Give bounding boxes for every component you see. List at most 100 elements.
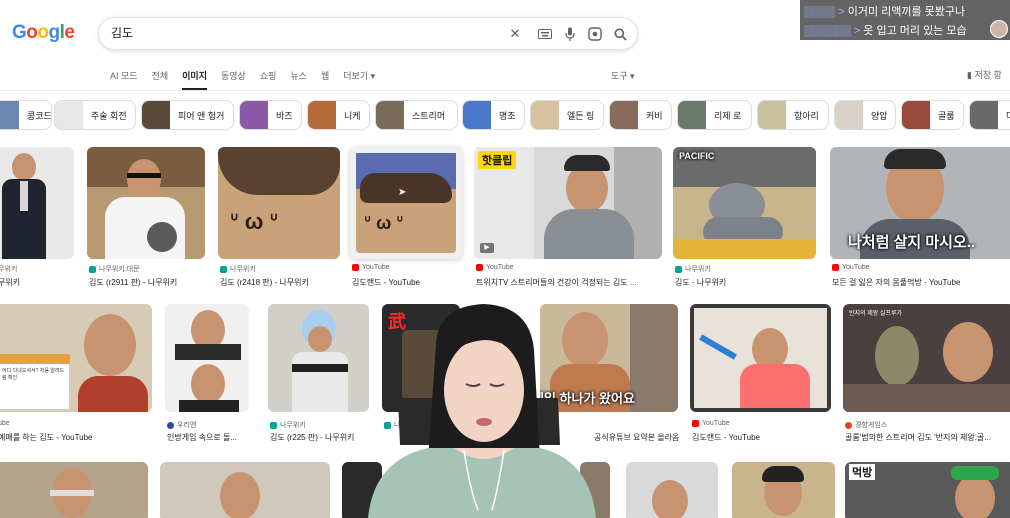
result-source[interactable]: ube — [0, 420, 10, 427]
chip[interactable]: 니케 — [307, 100, 370, 130]
chip[interactable]: 항아리 — [757, 100, 829, 130]
cursor-icon: ➤ — [398, 187, 407, 198]
lens-icon[interactable] — [586, 25, 604, 43]
result-title[interactable]: 공식유튜브 요약본 올라옴 — [594, 432, 684, 443]
result-source[interactable]: 나무위키 — [270, 420, 306, 430]
result-image[interactable]: ᐡ ω ᐡ ➤ — [350, 147, 462, 259]
result-source[interactable]: 경향게임스 — [845, 420, 887, 430]
overlay-text: 반지의 제왕 실프루가 — [849, 311, 903, 317]
chip[interactable]: 양압 — [834, 100, 896, 130]
result-source[interactable]: 나무위키 — [675, 264, 711, 274]
result-source[interactable]: YouTube — [352, 264, 390, 271]
result-image[interactable]: 핫클립 ▶ — [474, 147, 662, 259]
google-logo[interactable]: Google — [12, 22, 75, 44]
result-source[interactable]: 무위키 — [0, 264, 17, 274]
microphone-icon[interactable] — [561, 25, 579, 43]
result-image[interactable]: ᐡ ω ᐡ — [218, 147, 340, 259]
chip[interactable]: 커비 — [609, 100, 672, 130]
site-favicon — [89, 265, 96, 273]
site-favicon — [845, 421, 852, 429]
chip-thumbnail — [531, 101, 559, 129]
result-title[interactable]: 김도 (r2911 판) - 나무위키 — [89, 277, 209, 288]
result-image[interactable] — [87, 147, 205, 259]
chip[interactable]: 콩코드 — [0, 100, 52, 130]
saved-button[interactable]: ▮ 저장 항 — [967, 68, 1002, 81]
tab-news[interactable]: 뉴스 — [290, 69, 307, 83]
tab-web[interactable]: 웹 — [321, 69, 329, 83]
chip[interactable]: 스트리머 — [375, 100, 458, 130]
chip[interactable]: 엘든 링 — [530, 100, 604, 130]
search-input[interactable] — [111, 25, 491, 39]
result-title[interactable]: 김도 - 나무위키 — [675, 277, 820, 288]
result-image[interactable] — [0, 147, 74, 259]
result-title[interactable]: 모든 걸 잃은 자의 몸풀먹방 - YouTube — [832, 277, 1010, 288]
tab-shopping[interactable]: 쇼핑 — [260, 69, 277, 83]
site-favicon — [220, 265, 227, 273]
result-image[interactable] — [0, 462, 148, 518]
tab-all[interactable]: 전체 — [152, 69, 169, 83]
chip[interactable]: 리제 로 — [677, 100, 752, 130]
chip-thumbnail — [835, 101, 863, 129]
result-title[interactable]: 트위치TV 스트리머들의 건강이 걱정되는 김도 ... — [476, 277, 666, 288]
search-icon[interactable] — [611, 25, 629, 43]
result-image[interactable] — [690, 304, 831, 412]
chip[interactable]: 피어 앤 헝거 — [141, 100, 234, 130]
chip-thumbnail — [610, 101, 638, 129]
overlay-badge: 핫클립 — [478, 151, 517, 169]
site-favicon — [167, 421, 174, 429]
tools-button[interactable]: 도구 ▾ — [611, 69, 635, 82]
search-tabs: AI 모드 전체 이미지 동영상 쇼핑 뉴스 웹 더보기 ▾ — [110, 69, 389, 90]
chip-thumbnail — [0, 101, 19, 129]
result-title[interactable]: 김도랜드 - YouTube — [692, 432, 832, 443]
chip[interactable]: 골룸 — [901, 100, 964, 130]
result-image[interactable]: PACIFIC — [673, 147, 816, 259]
site-favicon — [270, 421, 277, 429]
result-source[interactable]: YouTube — [692, 420, 730, 427]
chat-line: ▒▒▒▒▒▒ > 옷 입고 머리 있는 모습 — [804, 25, 967, 37]
chip-thumbnail — [758, 101, 786, 129]
tab-more[interactable]: 더보기 ▾ — [343, 69, 375, 83]
result-image[interactable]: 먹방 — [845, 462, 1010, 518]
result-source[interactable]: 나무위키 — [220, 264, 256, 274]
result-image[interactable] — [626, 462, 718, 518]
dialog-text: 어디 다녀오셔서? 처음 알려드림 확인 — [2, 368, 65, 381]
chip[interactable]: 바즈 — [239, 100, 302, 130]
result-title[interactable]: 김도랜드 - YouTube — [352, 277, 467, 288]
chip-thumbnail — [55, 101, 83, 129]
result-image[interactable]: 어디 다녀오셔서? 처음 알려드림 확인 — [0, 304, 152, 412]
clear-icon[interactable]: ✕ — [506, 25, 524, 43]
result-image[interactable]: 나처럼 살지 마시오.. — [830, 147, 1010, 259]
tab-videos[interactable]: 동영상 — [221, 69, 246, 83]
result-image[interactable]: 반지의 제왕 실프루가 — [843, 304, 1010, 412]
result-title[interactable]: 무위키 — [0, 277, 78, 288]
chip[interactable]: 더 — [969, 100, 1010, 130]
result-title[interactable]: 예매를 하는 김도 - YouTube — [0, 432, 158, 443]
chip[interactable]: 주술 회전 — [54, 100, 136, 130]
chip[interactable]: 명조 — [462, 100, 525, 130]
avatar — [990, 20, 1008, 38]
chip-thumbnail — [463, 101, 491, 129]
keyboard-icon[interactable] — [536, 25, 554, 43]
result-title[interactable]: 김도 (r225 판) - 나무위키 — [270, 432, 375, 443]
result-title[interactable]: 김도 (r2418 판) - 나무위키 — [220, 277, 345, 288]
overlay-text: PACIFIC — [679, 151, 715, 161]
result-source[interactable]: 나무위키:대문 — [89, 264, 140, 274]
site-favicon — [476, 264, 483, 271]
streamer-webcam — [368, 300, 598, 518]
result-image[interactable] — [732, 462, 835, 518]
tab-images[interactable]: 이미지 — [182, 69, 207, 90]
overlay-text: 나처럼 살지 마시오.. — [848, 234, 976, 251]
tab-ai-mode[interactable]: AI 모드 — [110, 69, 138, 83]
site-favicon — [352, 264, 359, 271]
result-title[interactable]: 골룸'범의한 스트리머 김도 '반지의 제왕:골... — [845, 432, 1010, 443]
result-image[interactable] — [268, 304, 369, 412]
site-favicon — [832, 264, 839, 271]
result-title[interactable]: 인방게임 속으로 돌... — [167, 432, 252, 443]
result-source[interactable]: YouTube — [832, 264, 870, 271]
result-image[interactable] — [165, 304, 249, 412]
chip-thumbnail — [902, 101, 930, 129]
result-source[interactable]: 우리엔 — [167, 420, 196, 430]
result-image[interactable] — [160, 462, 330, 518]
result-source[interactable]: YouTube — [476, 264, 514, 271]
search-box[interactable]: ✕ — [98, 17, 638, 50]
